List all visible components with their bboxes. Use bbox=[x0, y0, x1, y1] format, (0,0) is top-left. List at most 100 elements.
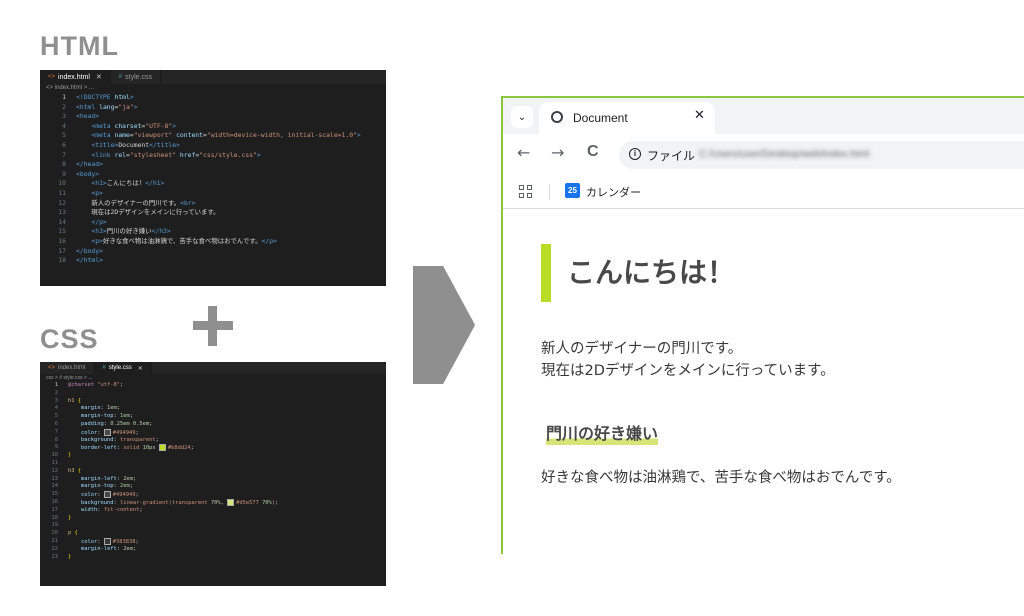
color-swatch[interactable] bbox=[103, 491, 111, 499]
line-text: <body> bbox=[76, 169, 100, 178]
code-line[interactable]: 6 <title>Document</title> bbox=[40, 141, 386, 151]
color-swatch[interactable] bbox=[103, 428, 111, 436]
code-line[interactable]: 4 margin: 1em; bbox=[40, 405, 386, 413]
line-text: h1 { bbox=[68, 397, 81, 404]
forward-button[interactable]: → bbox=[551, 143, 564, 162]
globe-icon bbox=[551, 111, 563, 123]
close-icon[interactable]: ✕ bbox=[96, 73, 102, 81]
close-icon[interactable]: ✕ bbox=[138, 365, 143, 372]
code-line[interactable]: 1 <!DOCTYPE html> bbox=[40, 93, 386, 103]
likes-paragraph: 好きな食べ物は油淋鶏で、苦手な食べ物はおでんです。 bbox=[541, 470, 901, 486]
code-line[interactable]: 17 </body> bbox=[40, 247, 386, 257]
code-line[interactable]: 14 </p> bbox=[40, 218, 386, 228]
code-line[interactable]: 9 <body> bbox=[40, 170, 386, 180]
line-text: color: #494949; bbox=[80, 491, 139, 499]
code-line[interactable]: 5 margin-top: 1em; bbox=[40, 413, 386, 421]
code-line[interactable]: 3 <head> bbox=[40, 112, 386, 122]
line-number: 6 bbox=[54, 420, 58, 427]
address-bar[interactable]: i ファイル C:/Users/user/Desktop/web/index.h… bbox=[619, 141, 1024, 169]
color-swatch[interactable] bbox=[103, 537, 111, 545]
bookmark-calendar[interactable]: カレンダー bbox=[586, 184, 641, 200]
reload-button[interactable]: C bbox=[587, 143, 599, 161]
line-text: <h3>門川の好き嫌い</h3> bbox=[91, 227, 171, 236]
tab-index-html[interactable]: <> index.html bbox=[40, 362, 95, 374]
code-line[interactable]: 6 padding: 0.25em 0.5em; bbox=[40, 421, 386, 429]
line-number: 21 bbox=[51, 537, 59, 544]
code-line[interactable]: 18} bbox=[40, 515, 386, 523]
line-text: <title>Document</title> bbox=[91, 140, 180, 149]
code-line[interactable]: 22 margin-left: 2em; bbox=[40, 546, 386, 554]
color-swatch[interactable] bbox=[158, 444, 166, 452]
code-line[interactable]: 11 <p> bbox=[40, 189, 386, 199]
code-line[interactable]: 8 </head> bbox=[40, 160, 386, 170]
code-line[interactable]: 8 background: transparent; bbox=[40, 437, 386, 445]
code-line[interactable]: 7 <link rel="stylesheet" href="css/style… bbox=[40, 151, 386, 161]
code-line[interactable]: 21 color: #383838; bbox=[40, 537, 386, 546]
code-line[interactable]: 12 h3 { bbox=[40, 468, 386, 476]
code-area[interactable]: 1 <!DOCTYPE html> 2 <html lang="ja"> 3 <head>… bbox=[40, 93, 386, 266]
line-number: 7 bbox=[54, 428, 58, 435]
code-area[interactable]: 1 @charset "utf-8"; 2 3 h1 {4 margin: 1em; 5 … bbox=[40, 382, 386, 561]
line-number: 18 bbox=[58, 256, 66, 265]
code-line[interactable]: 20 p { bbox=[40, 530, 386, 538]
code-line[interactable]: 4 <meta charset="UTF-8"> bbox=[40, 122, 386, 132]
code-line[interactable]: 17 width: fit-content; bbox=[40, 507, 386, 515]
code-line[interactable]: 18 </html> bbox=[40, 256, 386, 266]
back-button[interactable]: ← bbox=[517, 143, 530, 162]
code-line[interactable]: 12 新人のデザイナーの門川です。<br> bbox=[40, 199, 386, 209]
address-url[interactable]: C:/Users/user/Desktop/web/index.html bbox=[699, 149, 869, 160]
color-swatch[interactable] bbox=[227, 498, 235, 506]
line-text: </html> bbox=[76, 256, 103, 265]
code-line[interactable]: 9 border-left: solid 10px #b8dd24; bbox=[40, 444, 386, 452]
tab-search-dropdown-icon[interactable]: ⌄ bbox=[511, 106, 533, 128]
code-line[interactable]: 10 <h1>こんにちは！</h1> bbox=[40, 179, 386, 189]
line-number: 13 bbox=[51, 475, 59, 482]
line-number: 10 bbox=[58, 179, 66, 188]
line-number: 5 bbox=[54, 413, 58, 420]
tab-style-css[interactable]: # style.css bbox=[111, 70, 161, 84]
html-code-editor[interactable]: <> index.html ✕ # style.css <> index.htm… bbox=[40, 70, 386, 286]
line-number: 5 bbox=[62, 131, 66, 140]
line-number: 14 bbox=[51, 483, 59, 490]
css-file-icon: # bbox=[102, 365, 106, 371]
line-text: </head> bbox=[76, 160, 103, 169]
line-text: @charset "utf-8"; bbox=[68, 382, 124, 388]
line-text: background: transparent; bbox=[80, 436, 159, 443]
code-line[interactable]: 13 現在は2Dデザインをメインに行っています。 bbox=[40, 208, 386, 218]
tab-style-css[interactable]: # style.css ✕ bbox=[94, 362, 152, 374]
code-line[interactable]: 11 bbox=[40, 460, 386, 468]
tab-index-html[interactable]: <> index.html ✕ bbox=[40, 70, 111, 84]
line-number: 20 bbox=[51, 530, 59, 537]
calendar-icon[interactable]: 25 bbox=[565, 183, 580, 198]
code-line[interactable]: 13 margin-left: 2em; bbox=[40, 476, 386, 484]
code-line[interactable]: 1 @charset "utf-8"; bbox=[40, 382, 386, 390]
apps-grid-icon[interactable] bbox=[519, 185, 533, 199]
line-text: padding: 0.25em 0.5em; bbox=[80, 420, 153, 427]
code-line[interactable]: 5 <meta name="viewport" content="width=d… bbox=[40, 131, 386, 141]
css-code-editor[interactable]: <> index.html # style.css ✕ css > # styl… bbox=[40, 362, 386, 586]
code-line[interactable]: 10} bbox=[40, 452, 386, 460]
code-line[interactable]: 2 <html lang="ja"> bbox=[40, 103, 386, 113]
line-number: 1 bbox=[62, 93, 66, 101]
code-line[interactable]: 23} bbox=[40, 554, 386, 562]
line-number: 8 bbox=[62, 160, 66, 169]
code-line[interactable]: 16 background: linear-gradient(transpare… bbox=[40, 498, 386, 507]
code-line[interactable]: 2 bbox=[40, 390, 386, 398]
info-icon[interactable]: i bbox=[629, 148, 641, 160]
tab-label: index.html bbox=[58, 365, 86, 371]
line-text: <html lang="ja"> bbox=[76, 102, 138, 111]
code-line[interactable]: 15 color: #494949; bbox=[40, 491, 386, 499]
close-tab-icon[interactable]: ✕ bbox=[694, 108, 705, 123]
code-line[interactable]: 15 <h3>門川の好き嫌い</h3> bbox=[40, 227, 386, 237]
page-heading: こんにちは！ bbox=[541, 244, 735, 302]
code-line[interactable]: 16 <p>好きな食べ物は油淋鶏で、苦手な食べ物はおでんです。</p> bbox=[40, 237, 386, 247]
browser-tab[interactable]: Document ✕ bbox=[539, 102, 715, 134]
code-line[interactable]: 19 bbox=[40, 522, 386, 530]
code-line[interactable]: 14 margin-top: 2em; bbox=[40, 483, 386, 491]
line-number: 1 bbox=[54, 382, 58, 388]
line-text: <meta charset="UTF-8"> bbox=[91, 121, 177, 130]
code-line[interactable]: 3 h1 { bbox=[40, 398, 386, 406]
line-text: border-left: solid 10px #b8dd24; bbox=[80, 444, 194, 452]
code-line[interactable]: 7 color: #494949; bbox=[40, 428, 386, 437]
line-text: </body> bbox=[76, 246, 103, 255]
